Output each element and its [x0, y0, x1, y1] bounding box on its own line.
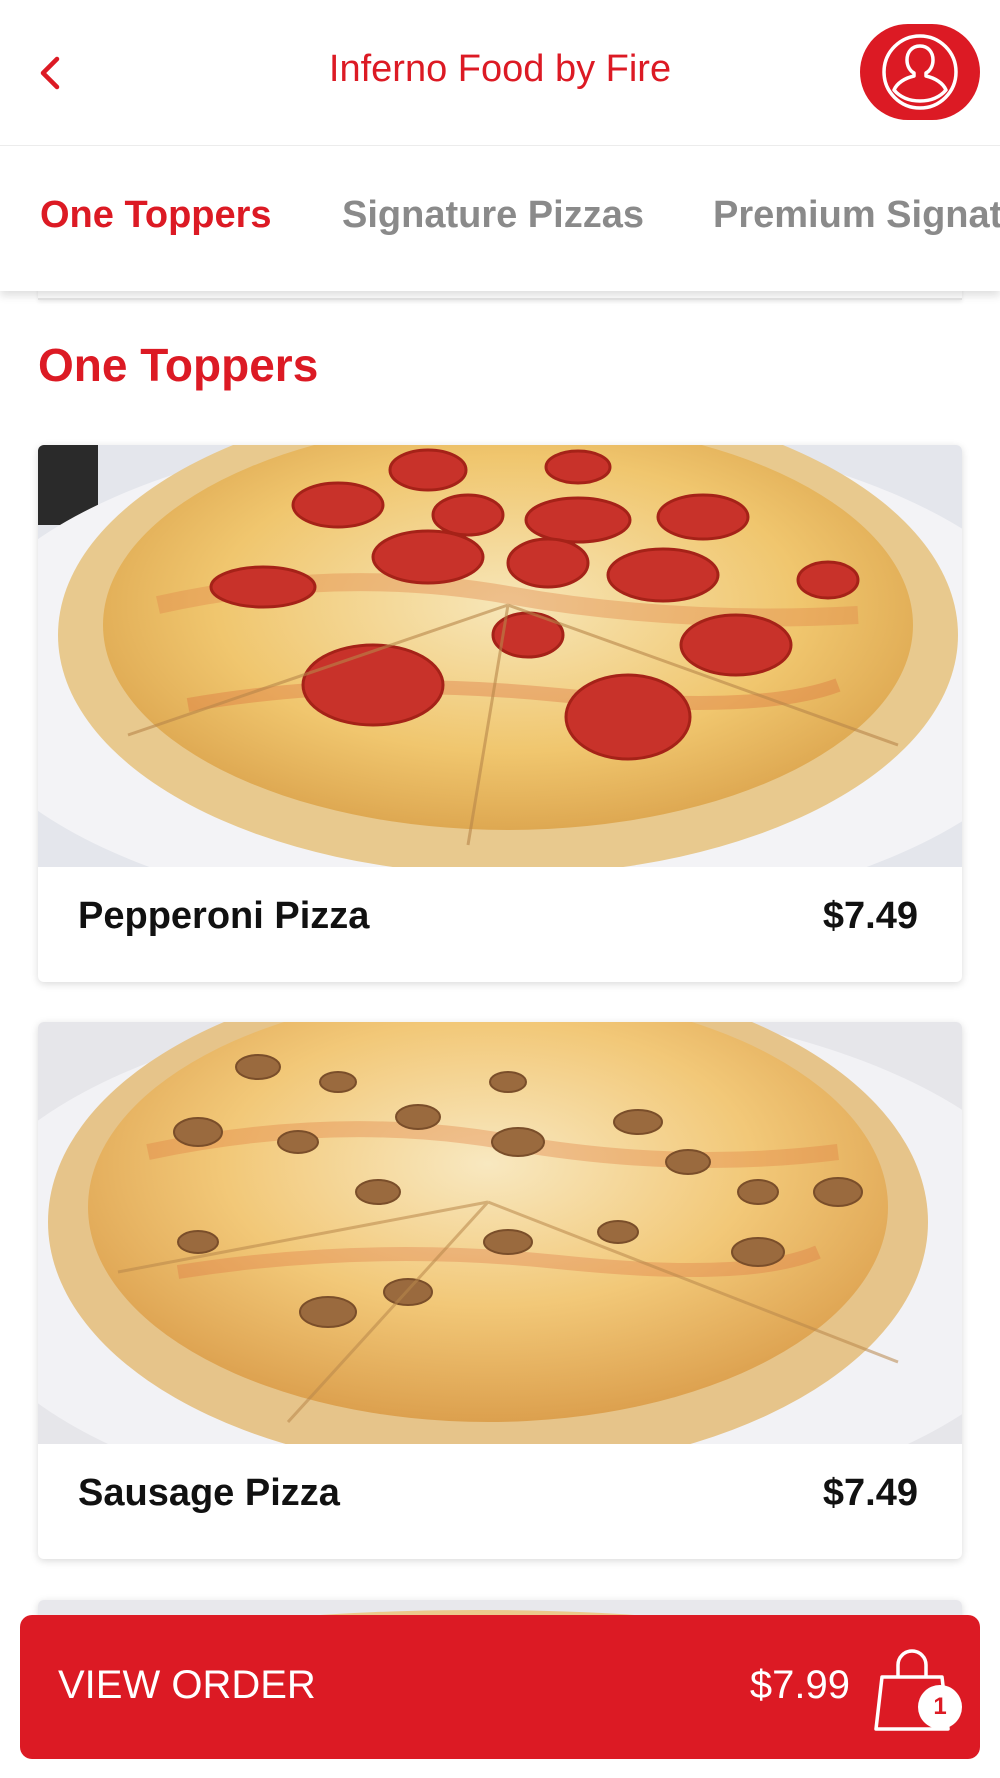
menu-item-card[interactable]: Sausage Pizza $7.49 — [38, 1022, 962, 1559]
tab-signature-pizzas[interactable]: Signature Pizzas — [342, 194, 644, 237]
view-order-label: VIEW ORDER — [58, 1663, 316, 1707]
item-price: $7.49 — [822, 1472, 918, 1514]
tab-one-toppers[interactable]: One Toppers — [40, 194, 272, 237]
sausage-pizza-photo — [38, 1022, 962, 1444]
pepperoni-pizza-photo — [38, 445, 962, 867]
item-info: Pepperoni Pizza $7.49 — [38, 867, 962, 982]
menu-item-card[interactable]: Pepperoni Pizza $7.49 — [38, 445, 962, 982]
item-name: Sausage Pizza — [78, 1472, 340, 1514]
order-total: $7.99 — [749, 1663, 850, 1707]
profile-button[interactable] — [860, 24, 980, 120]
view-order-button[interactable]: VIEW ORDER $7.99 1 — [20, 1615, 980, 1759]
tab-premium-signature-pizzas[interactable]: Premium Signature Pizzas — [713, 194, 1000, 237]
cart-count-badge: 1 — [918, 1685, 962, 1729]
app-header: Inferno Food by Fire — [0, 0, 1000, 145]
item-info: Sausage Pizza $7.49 — [38, 1444, 962, 1559]
user-icon — [882, 34, 958, 110]
item-price: $7.49 — [822, 895, 918, 937]
category-tabs: One Toppers Signature Pizzas Premium Sig… — [0, 145, 1000, 291]
item-name: Pepperoni Pizza — [78, 895, 370, 937]
page-title: Inferno Food by Fire — [328, 48, 672, 90]
section-title: One Toppers — [38, 339, 319, 391]
